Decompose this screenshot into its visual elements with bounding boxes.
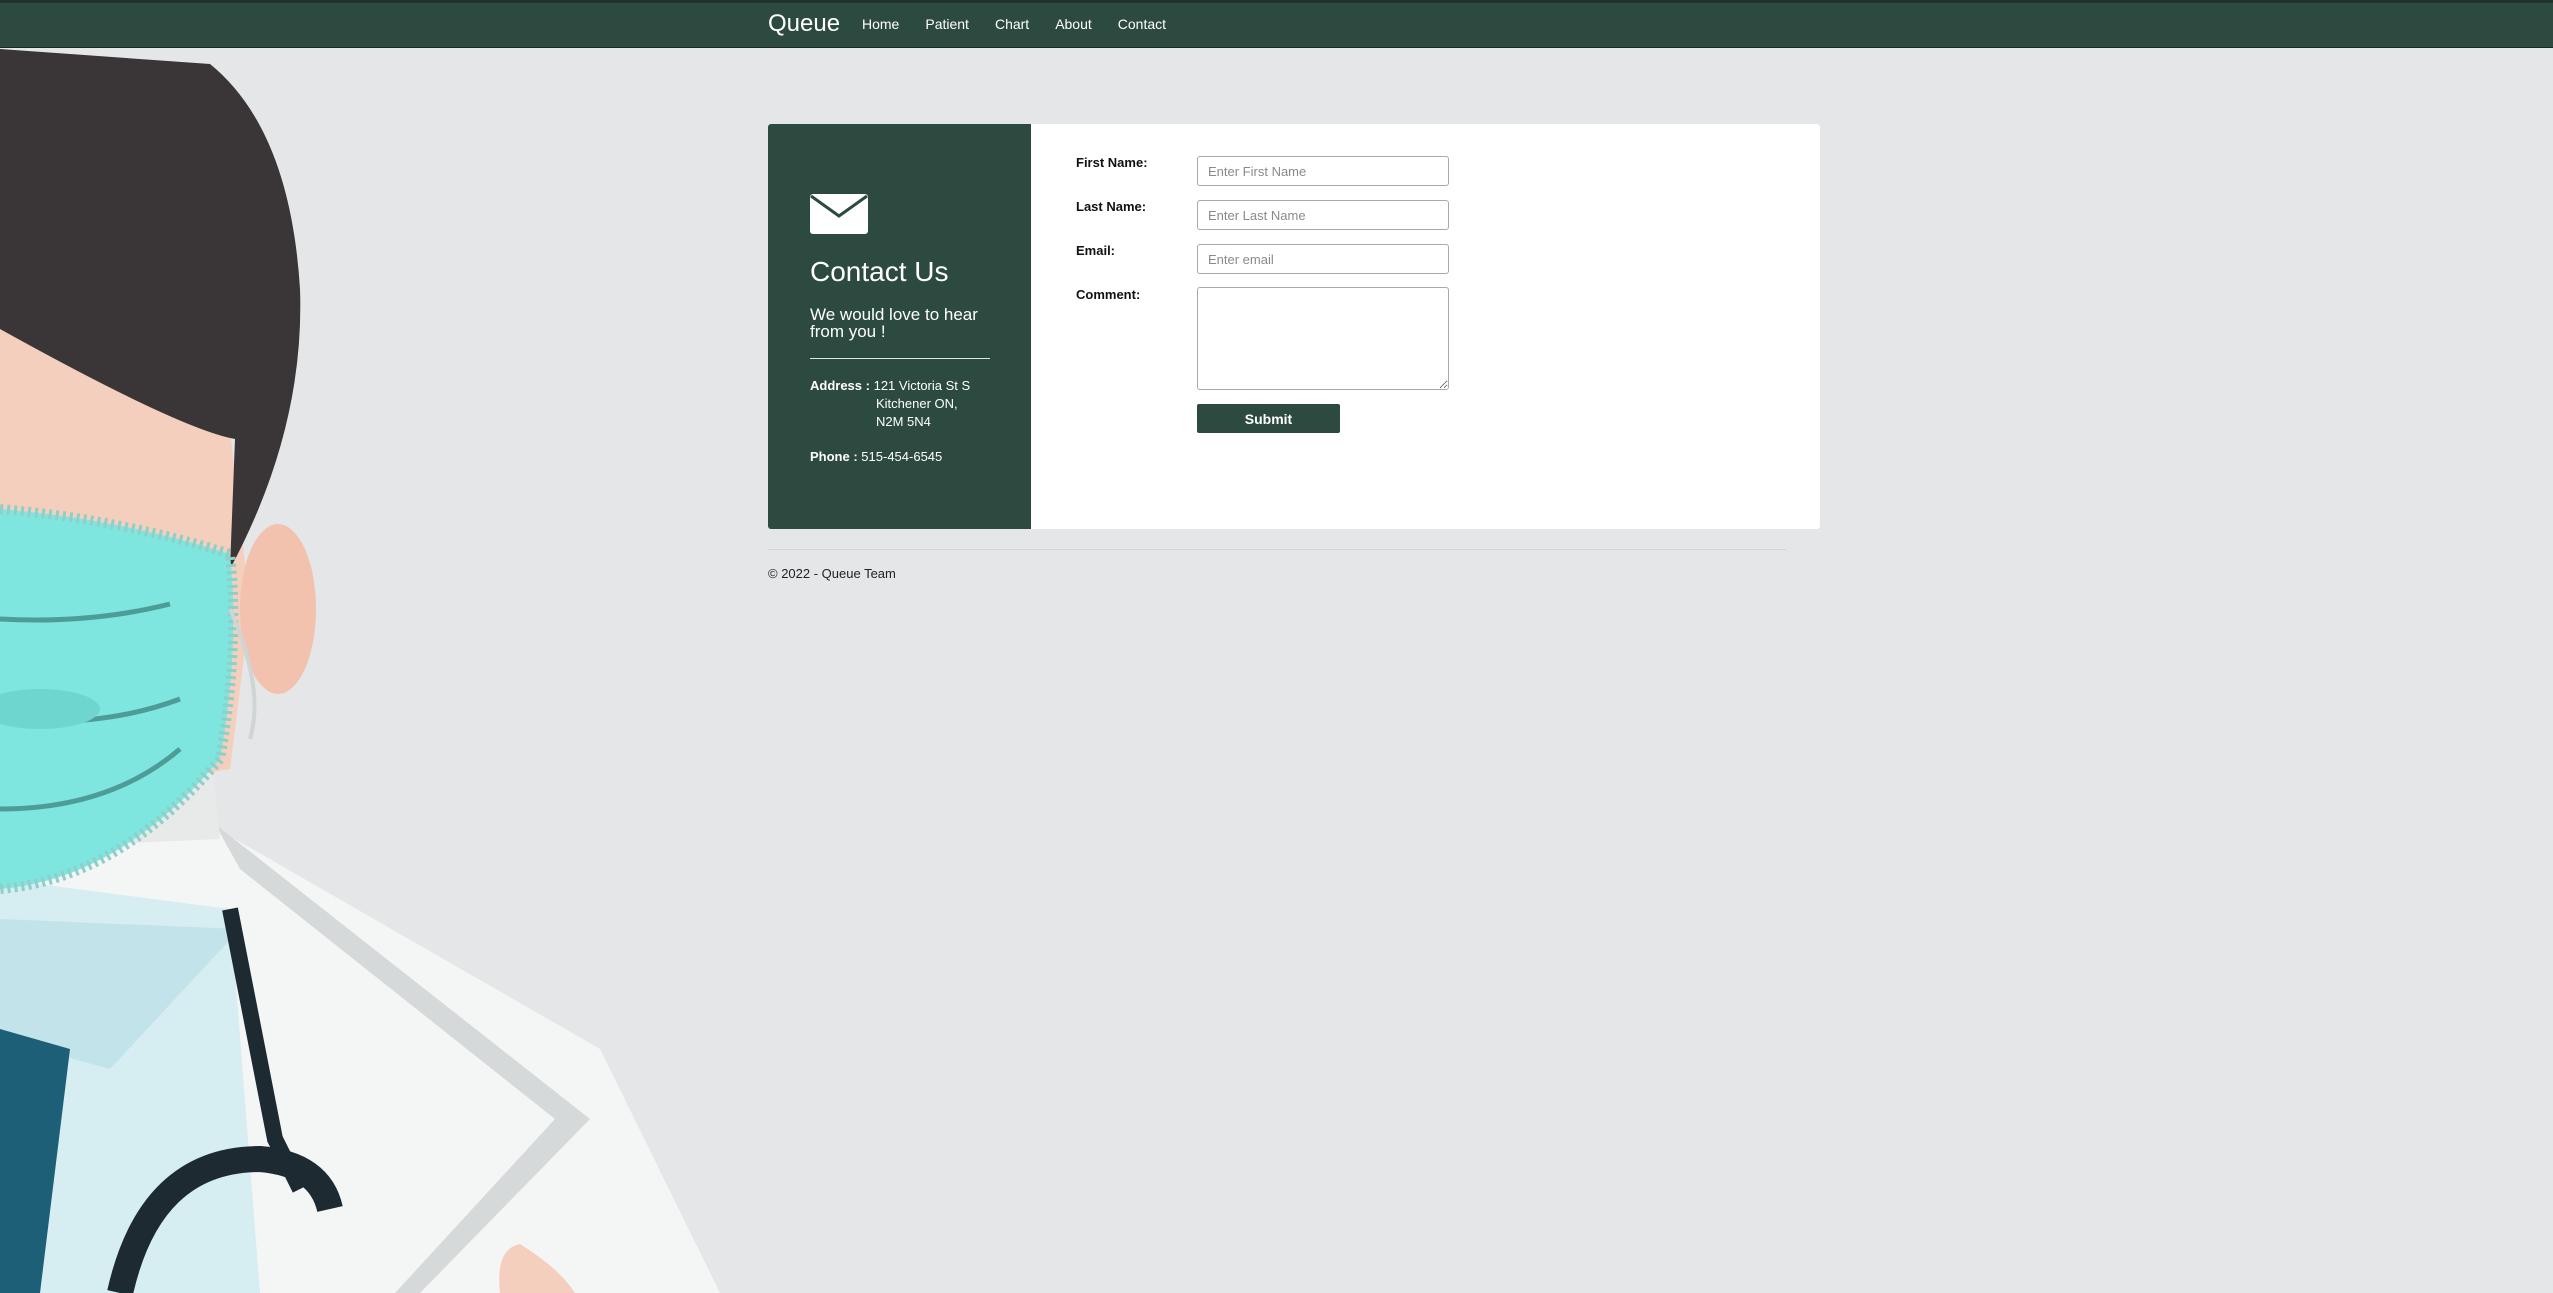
- nav-link-chart[interactable]: Chart: [995, 16, 1029, 32]
- address-line-2: Kitchener ON,: [876, 396, 958, 411]
- envelope-icon: [810, 194, 868, 234]
- footer-divider: [768, 549, 1786, 550]
- brand-logo-link[interactable]: Queue: [768, 10, 840, 38]
- phone-block: Phone : 515-454-6545: [810, 449, 942, 464]
- top-navbar: Queue Home Patient Chart About Contact: [0, 0, 2553, 48]
- nav-link-contact[interactable]: Contact: [1118, 16, 1166, 32]
- address-block: Address : 121 Victoria St S Kitchener ON…: [810, 377, 970, 431]
- submit-button[interactable]: Submit: [1197, 404, 1340, 433]
- email-input[interactable]: [1197, 244, 1449, 274]
- email-label: Email:: [1076, 243, 1116, 258]
- address-line-3: N2M 5N4: [876, 414, 931, 429]
- address-label: Address :: [810, 378, 870, 393]
- phone-value: 515-454-6545: [861, 449, 943, 464]
- doctor-illustration: [0, 49, 720, 1293]
- contact-card: Contact Us We would love to hear from yo…: [768, 124, 1820, 529]
- phone-label: Phone :: [810, 449, 858, 464]
- comment-textarea[interactable]: [1197, 287, 1449, 390]
- last-name-input[interactable]: [1197, 200, 1449, 230]
- contact-info-panel: Contact Us We would love to hear from yo…: [768, 124, 1031, 529]
- nav-link-patient[interactable]: Patient: [925, 16, 969, 32]
- last-name-label: Last Name:: [1076, 199, 1147, 214]
- address-line-1: 121 Victoria St S: [873, 378, 971, 393]
- nav-link-about[interactable]: About: [1055, 16, 1092, 32]
- nav-link-home[interactable]: Home: [862, 16, 899, 32]
- first-name-input[interactable]: [1197, 156, 1449, 186]
- contact-form: First Name: Last Name: Email: Comment: S…: [1031, 124, 1820, 529]
- footer-copyright: © 2022 - Queue Team: [768, 566, 896, 581]
- info-divider: [810, 358, 990, 359]
- first-name-label: First Name:: [1076, 155, 1148, 170]
- nav-links: Home Patient Chart About Contact: [862, 16, 1192, 32]
- contact-title: Contact Us: [810, 256, 949, 287]
- contact-subtitle: We would love to hear from you !: [810, 305, 978, 341]
- comment-label: Comment:: [1076, 287, 1141, 302]
